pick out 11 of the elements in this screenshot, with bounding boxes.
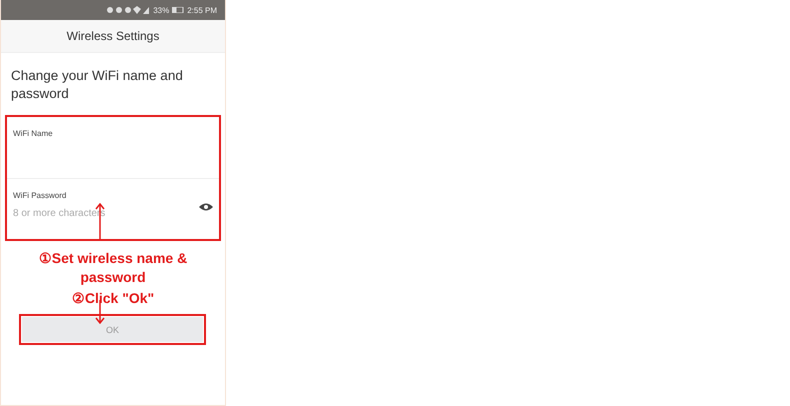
annotation-text: ①Set wireless name & password <box>38 249 188 287</box>
field-label: WiFi Password <box>13 190 68 200</box>
battery-percent: 33% <box>153 6 170 14</box>
field-label: WiFi Name <box>13 129 54 138</box>
annotation-text: ②Click "Ok" <box>70 289 156 308</box>
instruction-heading: Change your WiFi name and password <box>11 67 184 103</box>
status-icons <box>106 6 150 14</box>
battery-icon <box>172 7 184 13</box>
screen-title: Wireless Settings <box>66 29 160 43</box>
status-time: 2:55 PM <box>187 6 217 14</box>
eye-icon[interactable] <box>199 202 213 210</box>
